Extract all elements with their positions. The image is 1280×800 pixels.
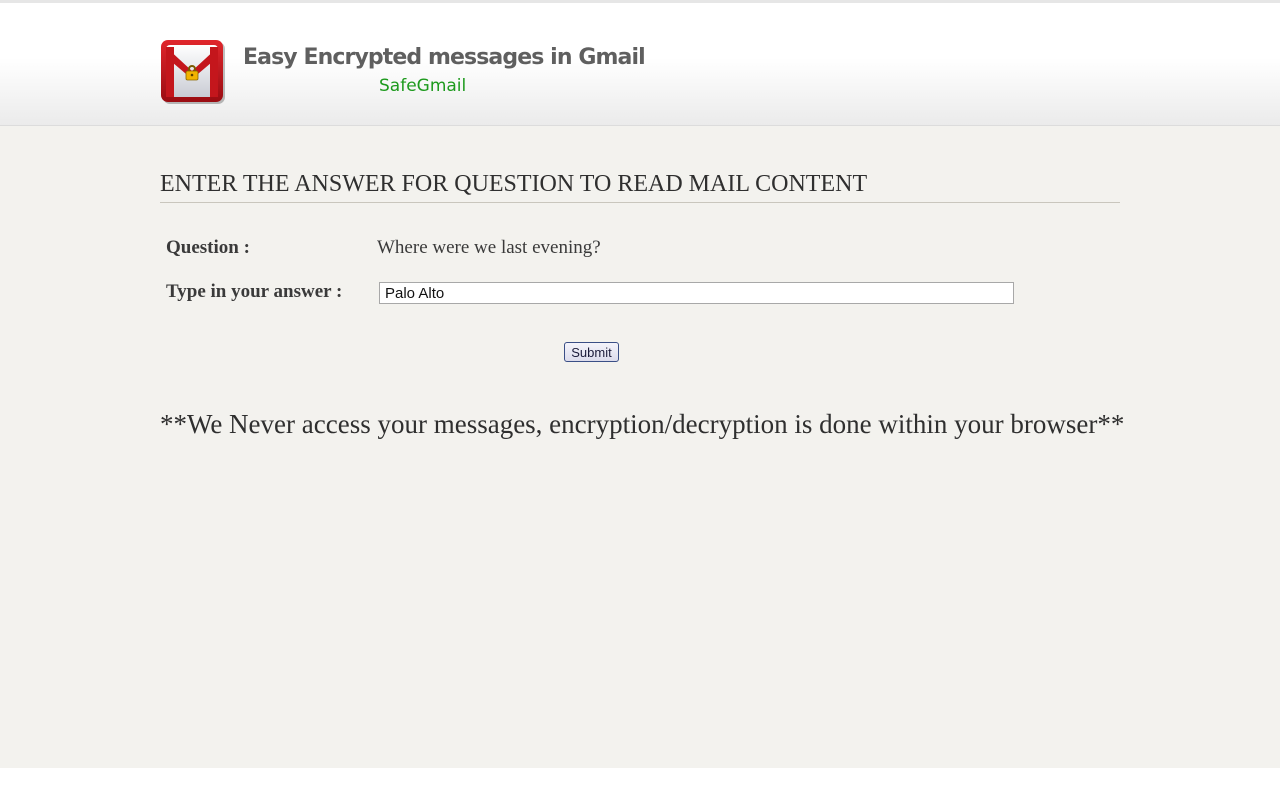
submit-button[interactable]: Submit	[564, 342, 619, 362]
question-text: Where were we last evening?	[377, 237, 601, 258]
answer-row: Type in your answer :	[166, 281, 342, 303]
main-content: ENTER THE ANSWER FOR QUESTION TO READ MA…	[160, 171, 1124, 439]
answer-label: Type in your answer :	[166, 281, 343, 302]
question-label: Question :	[166, 237, 250, 258]
site-title: Easy Encrypted messages in Gmail	[243, 45, 646, 70]
privacy-notice: **We Never access your messages, encrypt…	[160, 409, 1125, 439]
site-subtitle: SafeGmail	[379, 76, 467, 96]
safegmail-logo-icon	[160, 37, 226, 105]
header: Easy Encrypted messages in Gmail SafeGma…	[0, 0, 1280, 126]
page-heading: ENTER THE ANSWER FOR QUESTION TO READ MA…	[160, 171, 1120, 203]
page: Easy Encrypted messages in Gmail SafeGma…	[0, 0, 1280, 768]
question-row: Question :	[166, 237, 250, 259]
answer-input[interactable]	[379, 282, 1014, 304]
